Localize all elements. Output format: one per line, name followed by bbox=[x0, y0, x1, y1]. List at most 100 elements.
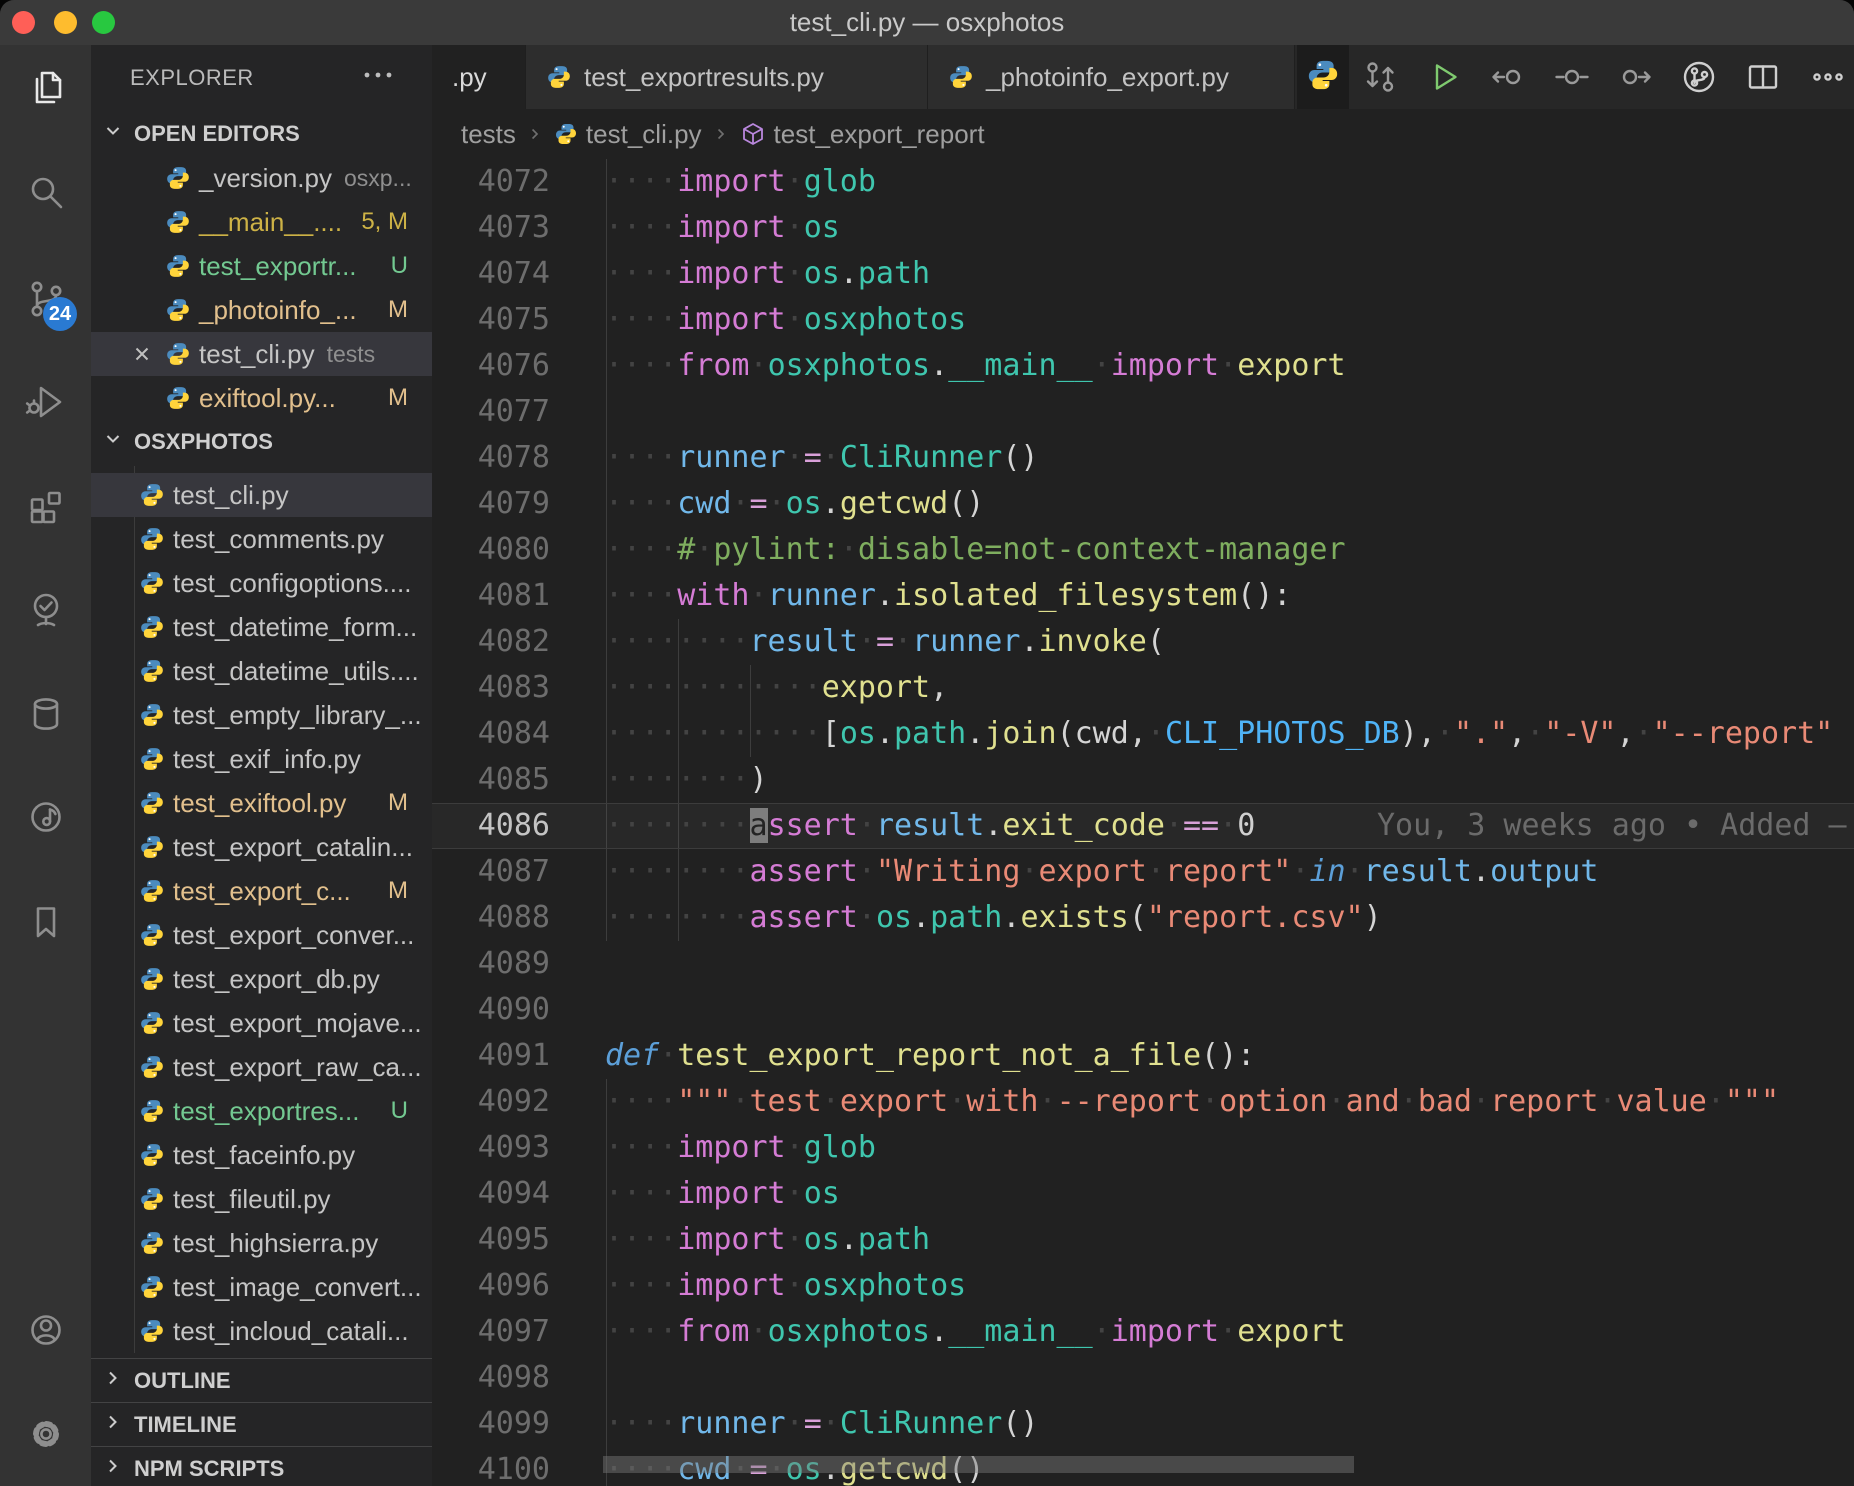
activity-test-tree[interactable] bbox=[0, 578, 91, 642]
code-line[interactable]: 4092····"""·test·export·with·--report·op… bbox=[432, 1079, 1854, 1125]
gear-icon bbox=[23, 1411, 69, 1457]
line-number: 4089 bbox=[432, 941, 550, 987]
code-line[interactable]: 4090 bbox=[432, 987, 1854, 1033]
editor-tab[interactable]: .py bbox=[432, 45, 526, 109]
whitespace-dots: ········ bbox=[605, 762, 750, 797]
account-icon bbox=[23, 1307, 69, 1353]
python-interpreter-button[interactable] bbox=[1297, 45, 1349, 109]
tree-item[interactable]: test_export_raw_ca... bbox=[91, 1045, 432, 1089]
source-control-graph-button[interactable] bbox=[1679, 57, 1719, 97]
tree-item[interactable]: test_export_c...M bbox=[91, 869, 432, 913]
code-line[interactable]: 4083············export, bbox=[432, 665, 1854, 711]
code-line[interactable]: 4074····import·os.path bbox=[432, 251, 1854, 297]
code-line[interactable]: 4078····runner·=·CliRunner() bbox=[432, 435, 1854, 481]
tree-item[interactable]: test_configoptions.... bbox=[91, 561, 432, 605]
code-line[interactable]: 4080····#·pylint:·disable=not-context-ma… bbox=[432, 527, 1854, 573]
open-editor-item[interactable]: test_cli.pytests bbox=[91, 332, 432, 376]
activity-database[interactable] bbox=[0, 682, 91, 746]
code-line[interactable]: 4097····from·osxphotos.__main__·import·e… bbox=[432, 1309, 1854, 1355]
code-line[interactable]: 4094····import·os bbox=[432, 1171, 1854, 1217]
tree-item[interactable]: test_comments.py bbox=[91, 517, 432, 561]
tree-item[interactable]: test_datetime_utils.... bbox=[91, 649, 432, 693]
code-text: ····runner·=·CliRunner() bbox=[605, 1401, 1039, 1447]
more-actions-icon[interactable] bbox=[363, 67, 393, 85]
tree-item[interactable]: test_exportres...U bbox=[91, 1089, 432, 1133]
code-line[interactable]: 4096····import·osxphotos bbox=[432, 1263, 1854, 1309]
tree-item[interactable]: test_cli.py bbox=[91, 473, 432, 517]
code-line[interactable]: 4093····import·glob bbox=[432, 1125, 1854, 1171]
section-osxphotos[interactable]: OSXPHOTOS bbox=[91, 420, 432, 464]
debug-step-button[interactable] bbox=[1552, 57, 1592, 97]
tree-item[interactable]: test_image_convert... bbox=[91, 1265, 432, 1309]
close-editor-icon[interactable] bbox=[131, 343, 153, 365]
open-editor-item[interactable]: __main__....5, M bbox=[91, 200, 432, 244]
code-line[interactable]: 4099····runner·=·CliRunner() bbox=[432, 1401, 1854, 1447]
git-compare-button[interactable] bbox=[1360, 57, 1400, 97]
breadcrumb-item[interactable]: test_cli.py bbox=[554, 119, 702, 150]
activity-explorer[interactable] bbox=[0, 57, 91, 121]
code-line[interactable]: 4086········assert·result.exit_code·==·0… bbox=[432, 803, 1854, 849]
close-slot bbox=[131, 298, 165, 322]
activity-settings[interactable] bbox=[0, 1402, 91, 1466]
window-title: test_cli.py — osxphotos bbox=[0, 0, 1854, 45]
activity-search[interactable] bbox=[0, 161, 91, 225]
code-line[interactable]: 4079····cwd·=·os.getcwd() bbox=[432, 481, 1854, 527]
breadcrumb-item[interactable]: test_export_report bbox=[740, 119, 985, 150]
section-outline[interactable]: OUTLINE bbox=[91, 1358, 432, 1402]
code-line[interactable]: 4091def·test_export_report_not_a_file(): bbox=[432, 1033, 1854, 1079]
editor-more-actions-button[interactable] bbox=[1808, 57, 1848, 97]
tree-item[interactable]: test_fileutil.py bbox=[91, 1177, 432, 1221]
code-line[interactable]: 4088········assert·os.path.exists("repor… bbox=[432, 895, 1854, 941]
editor-tab[interactable]: test_exportresults.py bbox=[526, 45, 928, 109]
section-open-editors[interactable]: OPEN EDITORS bbox=[91, 112, 432, 156]
code-line[interactable]: 4085········) bbox=[432, 757, 1854, 803]
debug-step-back-button[interactable] bbox=[1488, 57, 1528, 97]
code-line[interactable]: 4084············[os.path.join(cwd,·CLI_P… bbox=[432, 711, 1854, 757]
breadcrumb-item[interactable]: tests bbox=[461, 119, 516, 150]
tree-item[interactable]: test_export_db.py bbox=[91, 957, 432, 1001]
code-line[interactable]: 4095····import·os.path bbox=[432, 1217, 1854, 1263]
tree-item[interactable]: test_faceinfo.py bbox=[91, 1133, 432, 1177]
open-editor-item[interactable]: test_exportr...U bbox=[91, 244, 432, 288]
tree-item[interactable]: test_export_mojave... bbox=[91, 1001, 432, 1045]
tree-item[interactable]: test_export_conver... bbox=[91, 913, 432, 957]
code-line[interactable]: 4081····with·runner.isolated_filesystem(… bbox=[432, 573, 1854, 619]
code-line[interactable]: 4082········result·=·runner.invoke( bbox=[432, 619, 1854, 665]
line-number: 4094 bbox=[432, 1171, 550, 1217]
code-line[interactable]: 4089 bbox=[432, 941, 1854, 987]
run-file-button[interactable] bbox=[1424, 57, 1464, 97]
section-npm-scripts[interactable]: NPM SCRIPTS bbox=[91, 1446, 432, 1486]
open-editor-item[interactable]: exiftool.py...M bbox=[91, 376, 432, 420]
editor-tab[interactable]: _photoinfo_export.py bbox=[928, 45, 1295, 109]
activity-bookmarks[interactable] bbox=[0, 890, 91, 954]
code-line[interactable]: 4073····import·os bbox=[432, 205, 1854, 251]
section-label: OUTLINE bbox=[134, 1368, 231, 1394]
tree-item[interactable]: test_export_catalin... bbox=[91, 825, 432, 869]
line-number: 4082 bbox=[432, 619, 550, 665]
python-icon bbox=[139, 1230, 165, 1256]
tree-item[interactable]: test_datetime_form... bbox=[91, 605, 432, 649]
open-editor-item[interactable]: _photoinfo_...M bbox=[91, 288, 432, 332]
tree-item[interactable]: test_exif_info.py bbox=[91, 737, 432, 781]
activity-accounts[interactable] bbox=[0, 1298, 91, 1362]
horizontal-scrollbar[interactable] bbox=[603, 1456, 1354, 1473]
code-line[interactable]: 4072····import·glob bbox=[432, 159, 1854, 205]
activity-run-debug[interactable] bbox=[0, 370, 91, 434]
activity-music-note[interactable] bbox=[0, 785, 91, 849]
open-editor-item[interactable]: _version.pyosxp... bbox=[91, 156, 432, 200]
tree-item[interactable]: test_empty_library_... bbox=[91, 693, 432, 737]
code-line[interactable]: 4087········assert·"Writing·export·repor… bbox=[432, 849, 1854, 895]
split-editor-button[interactable] bbox=[1743, 57, 1783, 97]
section-timeline[interactable]: TIMELINE bbox=[91, 1402, 432, 1446]
code-line[interactable]: 4076····from·osxphotos.__main__·import·e… bbox=[432, 343, 1854, 389]
activity-extensions[interactable] bbox=[0, 474, 91, 538]
symbol-icon-slot bbox=[740, 121, 766, 147]
code-line[interactable]: 4077 bbox=[432, 389, 1854, 435]
code-line[interactable]: 4098 bbox=[432, 1355, 1854, 1401]
tree-item[interactable]: test_incloud_catali... bbox=[91, 1309, 432, 1353]
debug-step-over-button[interactable] bbox=[1615, 57, 1655, 97]
tree-item[interactable]: test_exiftool.pyM bbox=[91, 781, 432, 825]
code-line[interactable]: 4075····import·osxphotos bbox=[432, 297, 1854, 343]
tree-item[interactable]: test_highsierra.py bbox=[91, 1221, 432, 1265]
line-number: 4077 bbox=[432, 389, 550, 435]
